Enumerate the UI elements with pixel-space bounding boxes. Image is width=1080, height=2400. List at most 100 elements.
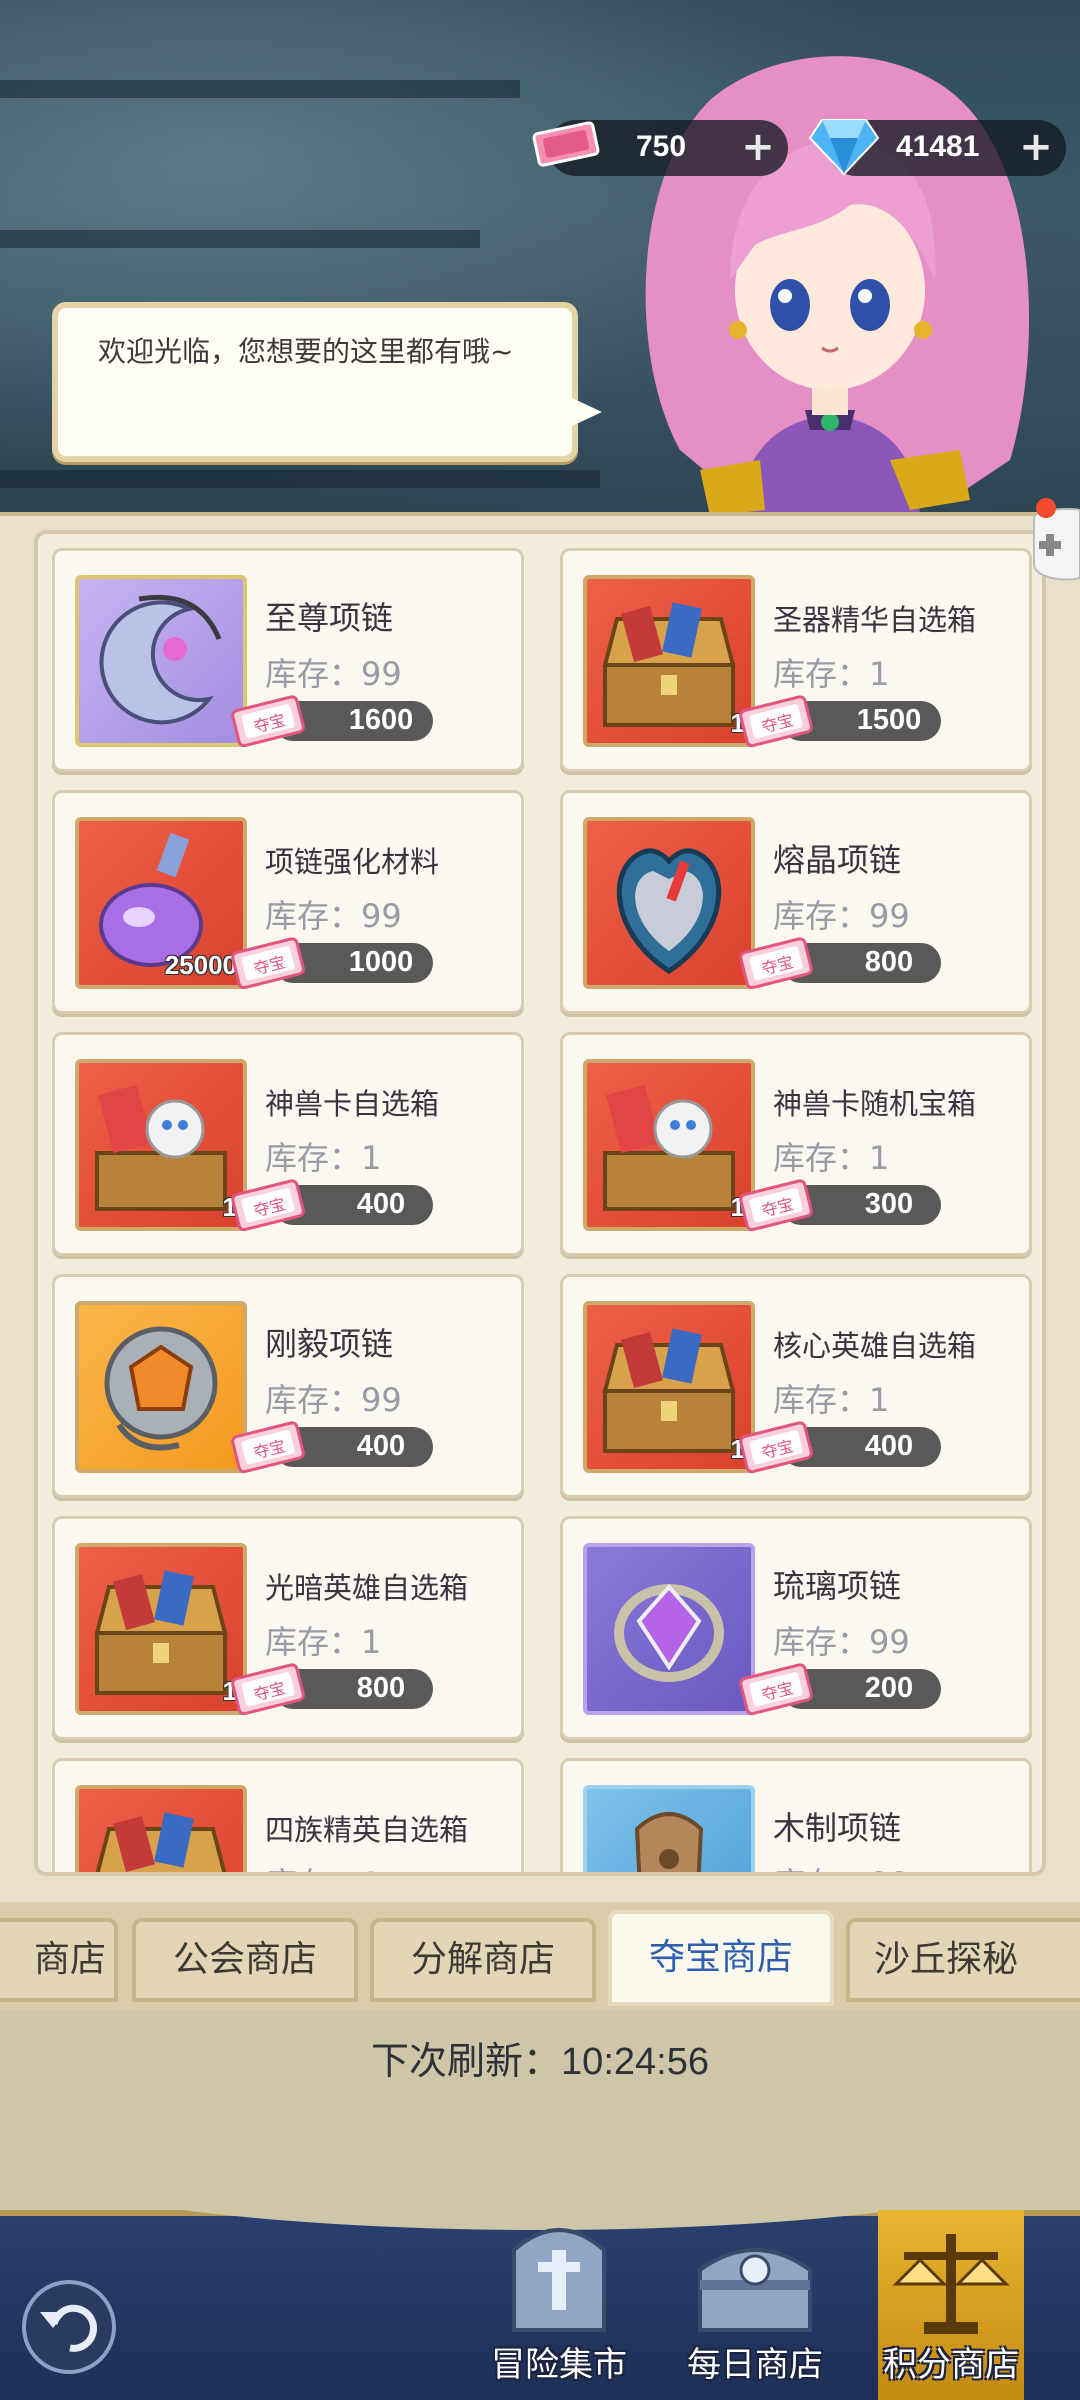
item-image (583, 817, 755, 989)
item-stock: 库存：1 (773, 655, 890, 693)
item-price: 800 (356, 1672, 406, 1704)
shop-item-card[interactable]: 至尊项链库存：99 1600 夺宝 (52, 548, 524, 772)
item-image: 1 (75, 1059, 247, 1231)
moon-necklace-icon (79, 594, 243, 743)
refresh-label: 下次刷新： (371, 2039, 562, 2083)
nav-label: 积分商店 (883, 2345, 1019, 2385)
shop-item-card[interactable]: 25000 项链强化材料 库存：99 1000 夺宝 (52, 790, 524, 1014)
shop-item-card[interactable]: 熔晶项链 库存：99 800 夺宝 (560, 790, 1032, 1014)
item-name: 至尊项链 (265, 599, 394, 637)
diamond-count: 41481 (896, 130, 980, 163)
item-image: 1 (583, 1301, 755, 1473)
treasure-ticket-icon: 夺宝 (229, 1659, 309, 1723)
treasure-ticket-icon: 夺宝 (229, 1175, 309, 1239)
item-stock: 库存：99 (265, 655, 402, 693)
item-name: 神兽卡随机宝箱 (773, 1087, 977, 1121)
treasure-ticket-icon: 夺宝 (229, 933, 309, 997)
tab-shop[interactable]: 商店 (0, 1918, 118, 2002)
tab-treasure-shop[interactable]: 夺宝商店 (608, 1910, 834, 2006)
item-stock: 库存：99 (773, 897, 910, 935)
nav-adventure-market[interactable]: 冒险集市 (474, 2210, 644, 2400)
tab-guild-shop[interactable]: 公会商店 (132, 1918, 358, 2002)
ticket-count: 750 (636, 130, 687, 163)
shop-item-card[interactable]: 琉璃项链 库存：99 200 夺宝 (560, 1516, 1032, 1740)
item-image: 25000 (75, 817, 247, 989)
chest-icon (698, 2248, 812, 2332)
shop-item-card[interactable]: 1 神兽卡自选箱库存：1 400 夺宝 (52, 1032, 524, 1256)
item-stock: 库存：1 (773, 1381, 890, 1419)
speech-text: 欢迎光临，您想要的这里都有哦~ (98, 335, 514, 368)
nav-label: 冒险集市 (491, 2345, 627, 2385)
beast-card-chest-icon (79, 1084, 243, 1227)
back-button[interactable] (22, 2280, 116, 2374)
item-image (75, 1785, 247, 1872)
item-price: 200 (864, 1672, 914, 1704)
back-arrow-icon (40, 2304, 98, 2352)
nav-daily-shop[interactable]: 每日商店 (670, 2210, 840, 2400)
background-shelf (0, 470, 600, 488)
item-name: 刚毅项链 (265, 1325, 394, 1363)
gamepad-icon[interactable] (1024, 498, 1080, 588)
item-name: 神兽卡自选箱 (265, 1087, 440, 1121)
item-image (75, 1301, 247, 1473)
beast-card-chest-icon (587, 1084, 751, 1227)
shop-item-card[interactable]: 1 圣器精华自选箱 库存：1 1500 夺宝 (560, 548, 1032, 772)
treasure-chest-icon (587, 1328, 751, 1469)
add-diamonds-button[interactable]: + (1016, 127, 1056, 168)
item-name: 圣器精华自选箱 (773, 603, 977, 637)
treasure-ticket-icon: 夺宝 (737, 691, 817, 755)
item-stock: 库存：1 (773, 1139, 890, 1177)
add-tickets-button[interactable]: + (738, 127, 778, 168)
item-quantity: 25000 (164, 950, 237, 980)
item-stock: 库存：1 (265, 1623, 382, 1661)
item-stock: 库存：1 (265, 1139, 382, 1177)
sword-banner-icon (512, 2228, 606, 2332)
item-price: 1600 (348, 704, 414, 736)
shop-tab-bar: 商店 公会商店 分解商店 夺宝商店 沙丘探秘 (0, 1902, 1080, 2010)
item-image (75, 575, 247, 747)
shop-item-card[interactable]: 1 核心英雄自选箱库存：1 400 夺宝 (560, 1274, 1032, 1498)
shop-item-card[interactable]: 刚毅项链 库存：99 400 夺宝 (52, 1274, 524, 1498)
diamond-icon (808, 119, 880, 176)
refresh-time: 10:24:56 (561, 2041, 709, 2083)
item-image: 1 (583, 575, 755, 747)
item-stock: 库存：99 (265, 1381, 402, 1419)
tab-dune-explore[interactable]: 沙丘探秘 (846, 1918, 1080, 2002)
background-shelf (0, 80, 520, 98)
treasure-ticket-icon: 夺宝 (737, 1417, 817, 1481)
ticket-currency-display: 750 + (532, 120, 788, 176)
treasure-ticket-icon: 夺宝 (229, 1417, 309, 1481)
item-stock: 库存：99 (773, 1859, 910, 1872)
item-name: 琉璃项链 (773, 1567, 902, 1605)
treasure-ticket-icon (532, 121, 600, 167)
treasure-ticket-icon: 夺宝 (737, 1659, 817, 1723)
shop-item-list[interactable]: 至尊项链 库存：99 1600 夺宝 1 圣器精华自选箱 库存：1 1500 夺宝 25000 项链… (34, 530, 1046, 1876)
item-name: 项链强化材料 (265, 845, 440, 879)
item-name: 核心英雄自选箱 (773, 1329, 977, 1363)
item-name: 木制项链 (773, 1809, 902, 1847)
nav-points-shop[interactable]: 积分商店 (878, 2210, 1024, 2400)
shop-item-card[interactable]: 四族精英自选箱库存：1 (52, 1758, 524, 1872)
item-stock: 库存：99 (265, 897, 402, 935)
treasure-ticket-icon: 夺宝 (737, 933, 817, 997)
item-price: 400 (356, 1188, 406, 1220)
item-image (583, 1785, 755, 1872)
treasure-chest-icon (79, 1570, 243, 1711)
shop-item-card[interactable]: 木制项链库存：99 (560, 1758, 1032, 1872)
tab-decompose-shop[interactable]: 分解商店 (370, 1918, 596, 2002)
background-shelf (0, 230, 480, 248)
item-image: 1 (75, 1543, 247, 1715)
scales-icon (892, 2234, 1010, 2334)
item-image (583, 1543, 755, 1715)
crystal-necklace-icon (587, 848, 751, 985)
nav-label: 每日商店 (687, 2345, 823, 2385)
item-price: 300 (864, 1188, 914, 1220)
refresh-timer: 下次刷新：10:24:56 (0, 2030, 1080, 2085)
item-image: 1 (583, 1059, 755, 1231)
gear-necklace-icon (79, 1326, 243, 1469)
diamond-currency-display: 41481 + (808, 119, 1066, 176)
item-price: 400 (864, 1430, 914, 1462)
shop-item-card[interactable]: 1 光暗英雄自选箱 库存：1 800 夺宝 (52, 1516, 524, 1740)
treasure-ticket-icon: 夺宝 (229, 691, 309, 755)
shop-item-card[interactable]: 1 神兽卡随机宝箱 库存：1 300 夺宝 (560, 1032, 1032, 1256)
